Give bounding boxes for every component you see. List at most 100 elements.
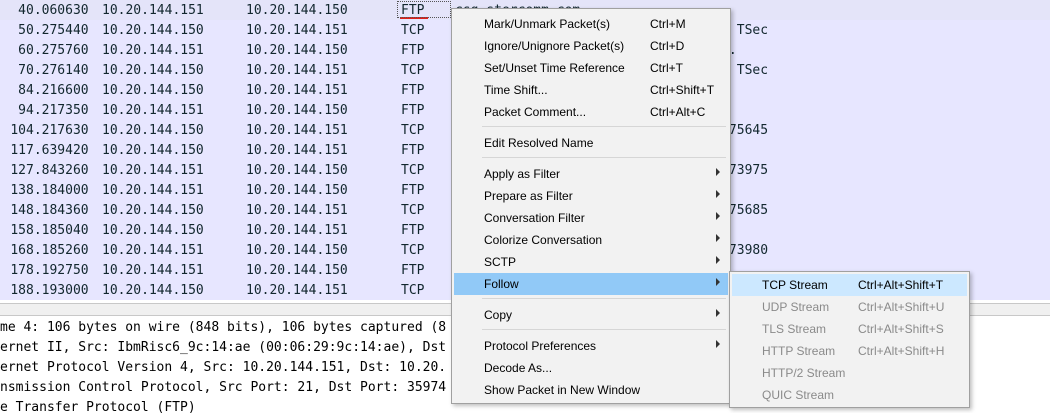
packet-time: 4.216600 <box>26 83 89 98</box>
submenu-arrow-icon <box>716 212 720 220</box>
packet-source: 10.20.144.151 <box>102 103 204 118</box>
packet-time: 0.060630 <box>26 3 89 18</box>
submenu-arrow-icon <box>716 190 720 198</box>
packet-time: 8.193000 <box>26 283 89 298</box>
packet-number: 4 <box>18 3 26 18</box>
packet-destination: 10.20.144.151 <box>246 123 348 138</box>
packet-time: 7.843260 <box>26 163 89 178</box>
packet-source: 10.20.144.151 <box>102 183 204 198</box>
menu-item-packet-comment[interactable]: Packet Comment... Ctrl+Alt+C <box>454 101 728 123</box>
follow-item-quic-stream[interactable]: QUIC Stream <box>732 384 967 406</box>
menu-item-shortcut: Ctrl+Alt+Shift+T <box>858 278 944 292</box>
menu-separator <box>482 126 726 127</box>
packet-protocol: FTP <box>401 43 425 58</box>
focused-cell-outline <box>397 1 451 18</box>
follow-item-http-2-stream[interactable]: HTTP/2 Stream <box>732 362 967 384</box>
packet-number: 10 <box>10 123 26 138</box>
menu-item-copy[interactable]: Copy <box>454 304 728 326</box>
packet-destination: 10.20.144.150 <box>246 183 348 198</box>
menu-item-prepare-as-filter[interactable]: Prepare as Filter <box>454 185 728 207</box>
menu-item-label: Colorize Conversation <box>484 233 603 247</box>
menu-item-decode-as[interactable]: Decode As... <box>454 357 728 379</box>
packet-number: 7 <box>18 63 26 78</box>
menu-item-label: Time Shift... <box>484 83 548 97</box>
packet-time: 8.184000 <box>26 183 89 198</box>
menu-item-label: UDP Stream <box>762 300 830 314</box>
packet-protocol: TCP <box>401 123 425 138</box>
packet-protocol: FTP <box>401 223 425 238</box>
packet-number: 12 <box>10 163 26 178</box>
packet-number: 14 <box>10 203 26 218</box>
submenu-arrow-icon <box>716 234 720 242</box>
submenu-arrow-icon <box>716 256 720 264</box>
packet-time: 0.275760 <box>26 43 89 58</box>
menu-item-label: Ignore/Unignore Packet(s) <box>484 39 625 53</box>
menu-separator <box>482 157 726 158</box>
menu-item-mark-unmark-packet-s[interactable]: Mark/Unmark Packet(s) Ctrl+M <box>454 13 728 35</box>
menu-item-ignore-unignore-packet-s[interactable]: Ignore/Unignore Packet(s) Ctrl+D <box>454 35 728 57</box>
menu-item-label: HTTP/2 Stream <box>762 366 846 380</box>
detail-tree-item[interactable]: e Transfer Protocol (FTP) <box>0 400 196 413</box>
packet-destination: 10.20.144.150 <box>246 43 348 58</box>
detail-tree-item[interactable]: nsmission Control Protocol, Src Port: 21… <box>0 380 446 400</box>
packet-protocol: FTP <box>401 83 425 98</box>
packet-protocol: FTP <box>401 103 425 118</box>
menu-item-label: Follow <box>484 277 519 291</box>
packet-source: 10.20.144.150 <box>102 223 204 238</box>
menu-item-shortcut: Ctrl+T <box>650 61 683 75</box>
menu-item-label: HTTP Stream <box>762 344 836 358</box>
menu-item-follow[interactable]: Follow <box>454 273 728 295</box>
submenu-arrow-icon <box>716 278 720 286</box>
packet-destination: 10.20.144.151 <box>246 83 348 98</box>
menu-item-label: Mark/Unmark Packet(s) <box>484 17 611 31</box>
detail-tree-item[interactable]: me 4: 106 bytes on wire (848 bits), 106 … <box>0 320 446 340</box>
menu-item-conversation-filter[interactable]: Conversation Filter <box>454 207 728 229</box>
packet-destination: 10.20.144.151 <box>246 63 348 78</box>
packet-source: 10.20.144.150 <box>102 203 204 218</box>
packet-destination: 10.20.144.151 <box>246 223 348 238</box>
menu-item-shortcut: Ctrl+Alt+C <box>650 105 706 119</box>
menu-item-apply-as-filter[interactable]: Apply as Filter <box>454 163 728 185</box>
packet-number: 13 <box>10 183 26 198</box>
packet-protocol: TCP <box>401 203 425 218</box>
menu-item-colorize-conversation[interactable]: Colorize Conversation <box>454 229 728 251</box>
packet-protocol: FTP <box>401 263 425 278</box>
submenu-arrow-icon <box>716 168 720 176</box>
packet-context-menu: Mark/Unmark Packet(s) Ctrl+M Ignore/Unigno… <box>451 8 731 404</box>
menu-item-shortcut: Ctrl+Alt+Shift+H <box>858 344 945 358</box>
packet-protocol: TCP <box>401 283 425 298</box>
menu-item-label: QUIC Stream <box>762 388 835 402</box>
menu-item-protocol-preferences[interactable]: Protocol Preferences <box>454 335 728 357</box>
packet-source: 10.20.144.151 <box>102 43 204 58</box>
detail-tree-item[interactable]: ernet II, Src: IbmRisc6_9c:14:ae (00:06:… <box>0 340 446 360</box>
menu-item-label: Show Packet in New Window <box>484 383 641 397</box>
packet-source: 10.20.144.150 <box>102 143 204 158</box>
packet-time: 4.217350 <box>26 103 89 118</box>
menu-item-sctp[interactable]: SCTP <box>454 251 728 273</box>
packet-destination: 10.20.144.150 <box>246 163 348 178</box>
menu-item-label: Copy <box>484 308 513 322</box>
menu-item-label: Conversation Filter <box>484 211 585 225</box>
menu-item-set-unset-time-reference[interactable]: Set/Unset Time Reference Ctrl+T <box>454 57 728 79</box>
menu-item-label: Packet Comment... <box>484 105 587 119</box>
packet-destination: 10.20.144.151 <box>246 143 348 158</box>
follow-item-tcp-stream[interactable]: TCP Stream Ctrl+Alt+Shift+T <box>732 274 967 296</box>
detail-tree-item[interactable]: ernet Protocol Version 4, Src: 10.20.144… <box>0 360 446 380</box>
menu-item-time-shift[interactable]: Time Shift... Ctrl+Shift+T <box>454 79 728 101</box>
menu-item-edit-resolved-name[interactable]: Edit Resolved Name <box>454 132 728 154</box>
packet-number: 9 <box>18 103 26 118</box>
packet-protocol: FTP <box>401 183 425 198</box>
packet-destination: 10.20.144.150 <box>246 103 348 118</box>
packet-protocol: TCP <box>401 243 425 258</box>
menu-item-show-packet-in-new-window[interactable]: Show Packet in New Window <box>454 379 728 401</box>
packet-number: 17 <box>10 263 26 278</box>
follow-item-tls-stream[interactable]: TLS Stream Ctrl+Alt+Shift+S <box>732 318 967 340</box>
menu-item-label: Protocol Preferences <box>484 339 597 353</box>
packet-time: 4.217630 <box>26 123 89 138</box>
packet-source: 10.20.144.150 <box>102 123 204 138</box>
menu-item-shortcut: Ctrl+Alt+Shift+S <box>858 322 944 336</box>
follow-item-udp-stream[interactable]: UDP Stream Ctrl+Alt+Shift+U <box>732 296 967 318</box>
packet-time: 8.192750 <box>26 263 89 278</box>
follow-item-http-stream[interactable]: HTTP Stream Ctrl+Alt+Shift+H <box>732 340 967 362</box>
packet-time: 8.185040 <box>26 223 89 238</box>
